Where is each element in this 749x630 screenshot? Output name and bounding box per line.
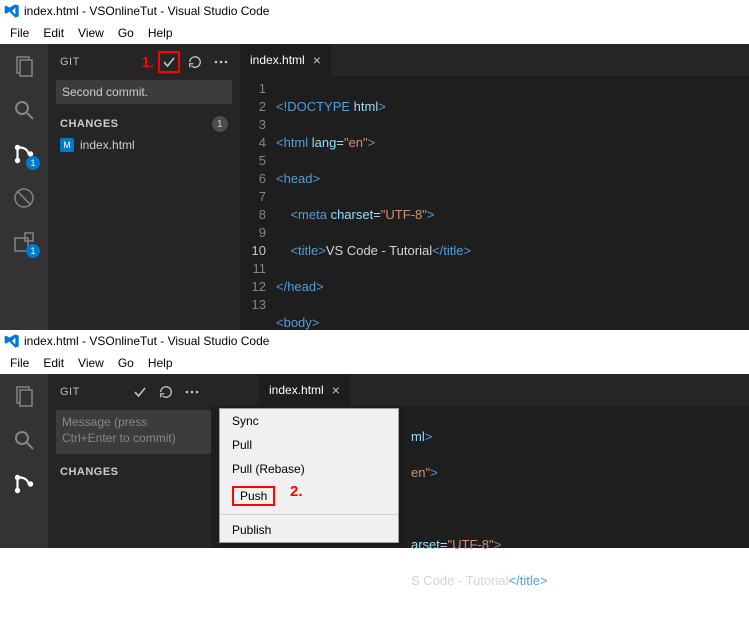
commit-message-placeholder[interactable]: Message (press Ctrl+Enter to commit) bbox=[56, 410, 211, 454]
ctx-pull[interactable]: Pull bbox=[220, 433, 398, 457]
activity-bar: 1 1 bbox=[0, 44, 48, 330]
menu-go[interactable]: Go bbox=[112, 354, 140, 372]
window-title: index.html - VSOnlineTut - Visual Studio… bbox=[24, 334, 269, 348]
git-badge: 1 bbox=[26, 156, 40, 170]
menu-view[interactable]: View bbox=[72, 24, 110, 42]
changes-header[interactable]: CHANGES bbox=[48, 462, 211, 482]
vscode-logo-icon bbox=[4, 333, 20, 349]
changes-header[interactable]: CHANGES 1 bbox=[48, 112, 240, 136]
commit-message-wrap bbox=[56, 80, 232, 104]
commit-message-wrap: Message (press Ctrl+Enter to commit) bbox=[56, 410, 211, 454]
menubar: File Edit View Go Help bbox=[0, 22, 749, 44]
commit-message-input[interactable] bbox=[56, 80, 232, 104]
ext-badge: 1 bbox=[26, 244, 40, 258]
source-control-icon[interactable] bbox=[10, 470, 38, 498]
window-title: index.html - VSOnlineTut - Visual Studio… bbox=[24, 4, 269, 18]
menu-help[interactable]: Help bbox=[142, 24, 179, 42]
annotation-1: 1. bbox=[141, 54, 154, 71]
ctx-push[interactable]: Push 2. bbox=[220, 481, 398, 511]
more-actions-button[interactable] bbox=[181, 381, 203, 403]
git-panel-header: GIT bbox=[48, 378, 211, 406]
changed-file-name: index.html bbox=[80, 138, 135, 152]
explorer-icon[interactable] bbox=[10, 52, 38, 80]
git-title: GIT bbox=[60, 56, 141, 68]
commit-button[interactable] bbox=[158, 51, 180, 73]
search-icon[interactable] bbox=[10, 96, 38, 124]
editor-tabs: index.html × bbox=[211, 374, 749, 406]
editor-area: index.html × ml> en"> arset="UTF-8"> S C… bbox=[211, 374, 749, 548]
changes-label: CHANGES bbox=[60, 118, 119, 130]
explorer-icon[interactable] bbox=[10, 382, 38, 410]
changes-label: CHANGES bbox=[60, 466, 119, 478]
titlebar: index.html - VSOnlineTut - Visual Studio… bbox=[0, 330, 749, 352]
git-panel-header: GIT 1. bbox=[48, 48, 240, 76]
search-icon[interactable] bbox=[10, 426, 38, 454]
activity-bar bbox=[0, 374, 48, 548]
menu-edit[interactable]: Edit bbox=[37, 354, 70, 372]
menu-view[interactable]: View bbox=[72, 354, 110, 372]
annotation-2: 2. bbox=[290, 483, 303, 500]
git-context-menu: Sync Pull Pull (Rebase) Push 2. Publish bbox=[219, 408, 399, 543]
ctx-separator bbox=[220, 514, 398, 515]
close-icon[interactable]: × bbox=[332, 382, 340, 398]
close-icon[interactable]: × bbox=[313, 52, 321, 68]
refresh-button[interactable] bbox=[184, 51, 206, 73]
menu-go[interactable]: Go bbox=[112, 24, 140, 42]
editor-tabs: index.html × bbox=[240, 44, 749, 76]
ctx-sync[interactable]: Sync bbox=[220, 409, 398, 433]
ctx-publish[interactable]: Publish bbox=[220, 518, 398, 542]
refresh-button[interactable] bbox=[155, 381, 177, 403]
menubar: File Edit View Go Help bbox=[0, 352, 749, 374]
menu-edit[interactable]: Edit bbox=[37, 24, 70, 42]
editor-area: index.html × 12345678910111213 <!DOCTYPE… bbox=[240, 44, 749, 330]
source-control-icon[interactable]: 1 bbox=[10, 140, 38, 168]
git-sidebar: GIT Message (press Ctrl+Enter to commit)… bbox=[48, 374, 211, 548]
tab-label: index.html bbox=[250, 53, 305, 67]
git-sidebar: GIT 1. CHANGES 1 M index.html bbox=[48, 44, 240, 330]
debug-icon[interactable] bbox=[10, 184, 38, 212]
changes-count: 1 bbox=[212, 116, 228, 132]
vscode-window-1: index.html - VSOnlineTut - Visual Studio… bbox=[0, 0, 749, 330]
ctx-pull-rebase[interactable]: Pull (Rebase) bbox=[220, 457, 398, 481]
extensions-icon[interactable]: 1 bbox=[10, 228, 38, 256]
menu-help[interactable]: Help bbox=[142, 354, 179, 372]
menu-file[interactable]: File bbox=[4, 354, 35, 372]
titlebar: index.html - VSOnlineTut - Visual Studio… bbox=[0, 0, 749, 22]
tab-label: index.html bbox=[269, 383, 324, 397]
menu-file[interactable]: File bbox=[4, 24, 35, 42]
tab-index-html[interactable]: index.html × bbox=[259, 374, 350, 406]
vscode-window-2: index.html - VSOnlineTut - Visual Studio… bbox=[0, 330, 749, 548]
code-lines[interactable]: ml> en"> arset="UTF-8"> S Code - Tutoria… bbox=[411, 410, 749, 626]
more-actions-button[interactable] bbox=[210, 51, 232, 73]
vscode-logo-icon bbox=[4, 3, 20, 19]
modified-badge: M bbox=[60, 138, 74, 152]
git-title: GIT bbox=[60, 386, 129, 398]
tab-index-html[interactable]: index.html × bbox=[240, 44, 331, 76]
commit-button[interactable] bbox=[129, 381, 151, 403]
changed-file-item[interactable]: M index.html bbox=[48, 136, 240, 154]
